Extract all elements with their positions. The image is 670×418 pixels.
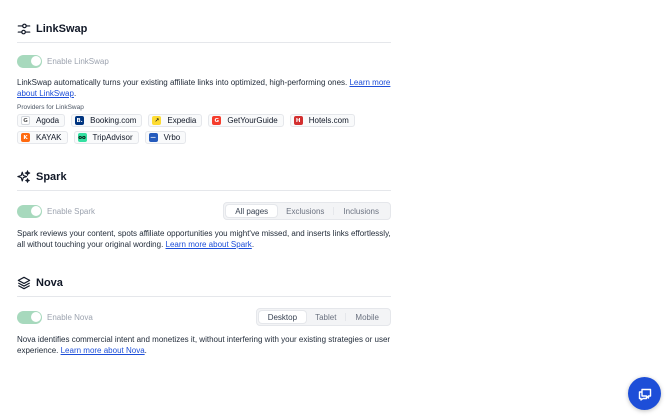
provider-chip-kayak: K KAYAK xyxy=(17,131,68,144)
nova-divider xyxy=(17,296,391,297)
tab-inclusions[interactable]: Inclusions xyxy=(334,205,388,217)
spark-divider xyxy=(17,190,391,191)
nova-toggle-row: Enable Nova Desktop Tablet Mobile xyxy=(17,308,391,326)
toggle-knob xyxy=(30,312,41,322)
provider-name: GetYourGuide xyxy=(227,116,278,125)
provider-logo-icon: ↗ xyxy=(152,116,162,125)
learn-more-nova-link[interactable]: Learn more about Nova xyxy=(61,346,145,355)
linkswap-toggle-row: Enable LinkSwap xyxy=(17,52,391,70)
provider-logo-icon: B. xyxy=(75,116,85,125)
providers-list: G Agoda B. Booking.com ↗ Expedia G GetYourGuide… xyxy=(17,114,391,144)
provider-chip-expedia: ↗ Expedia xyxy=(148,114,203,127)
linkswap-header: LinkSwap xyxy=(17,20,391,38)
linkswap-divider xyxy=(17,42,391,43)
nova-description-end: . xyxy=(144,346,147,355)
linkswap-toggle-wrap: Enable LinkSwap xyxy=(17,54,109,68)
enable-spark-toggle[interactable] xyxy=(17,204,42,218)
linkswap-title: LinkSwap xyxy=(36,23,88,35)
linkswap-section: LinkSwap Enable LinkSwap LinkSwap automa… xyxy=(17,20,391,144)
provider-name: KAYAK xyxy=(36,133,62,142)
toggle-knob xyxy=(30,206,41,216)
enable-nova-label: Enable Nova xyxy=(47,312,93,322)
provider-chip-booking-com: B. Booking.com xyxy=(71,114,143,127)
nova-header: Nova xyxy=(17,274,391,292)
tab-tablet[interactable]: Tablet xyxy=(306,311,345,323)
nova-device-tabs: Desktop Tablet Mobile xyxy=(255,308,391,326)
spark-toggle-wrap: Enable Spark xyxy=(17,204,96,218)
provider-name: Agoda xyxy=(36,116,60,125)
nova-description: Nova identifies commercial intent and mo… xyxy=(17,334,391,356)
tab-desktop[interactable]: Desktop xyxy=(258,311,307,323)
tab-mobile[interactable]: Mobile xyxy=(346,311,388,323)
linkswap-description-text: LinkSwap automatically turns your existi… xyxy=(17,78,350,87)
layers-icon xyxy=(17,276,31,290)
chat-bubbles-icon xyxy=(637,386,653,402)
sliders-icon xyxy=(17,22,31,36)
provider-name: Hotels.com xyxy=(308,116,349,125)
enable-linkswap-label: Enable LinkSwap xyxy=(47,56,109,66)
chat-button[interactable] xyxy=(628,377,661,410)
provider-logo-icon: oo xyxy=(77,133,87,142)
nova-title: Nova xyxy=(36,277,63,289)
enable-spark-label: Enable Spark xyxy=(47,206,96,216)
provider-chip-getyourguide: G GetYourGuide xyxy=(208,114,284,127)
providers-label: Providers for LinkSwap xyxy=(17,104,84,111)
learn-more-spark-link[interactable]: Learn more about Spark xyxy=(166,240,252,249)
provider-name: TripAdvisor xyxy=(92,133,133,142)
linkswap-description-end: . xyxy=(73,89,77,98)
provider-chip-hotels-com: H Hotels.com xyxy=(289,114,355,127)
tab-all-pages[interactable]: All pages xyxy=(226,205,278,217)
enable-linkswap-toggle[interactable] xyxy=(17,54,42,68)
provider-logo-icon: G xyxy=(21,116,30,125)
provider-logo-icon: G xyxy=(212,116,222,125)
provider-name: Expedia xyxy=(167,116,197,125)
provider-logo-icon: K xyxy=(21,133,30,142)
spark-description-end: . xyxy=(251,240,255,249)
spark-header: Spark xyxy=(17,168,391,186)
provider-name: Booking.com xyxy=(90,116,137,125)
nova-section: Nova Enable Nova Desktop Tablet Mobile N… xyxy=(17,274,391,356)
toggle-knob xyxy=(30,56,41,66)
enable-nova-toggle[interactable] xyxy=(17,310,42,324)
provider-logo-icon: — xyxy=(148,133,158,142)
provider-chip-agoda: G Agoda xyxy=(17,114,66,127)
spark-title: Spark xyxy=(36,171,67,183)
provider-chip-vrbo: — Vrbo xyxy=(144,131,187,144)
nova-toggle-wrap: Enable Nova xyxy=(17,310,93,324)
linkswap-description: LinkSwap automatically turns your existi… xyxy=(17,77,391,99)
spark-page-scope-tabs: All pages Exclusions Inclusions xyxy=(223,202,391,220)
provider-chip-tripadvisor: oo TripAdvisor xyxy=(73,131,139,144)
provider-name: Vrbo xyxy=(163,133,181,142)
spark-toggle-row: Enable Spark All pages Exclusions Inclus… xyxy=(17,202,391,220)
spark-description: Spark reviews your content, spots affili… xyxy=(17,228,391,250)
tab-exclusions[interactable]: Exclusions xyxy=(277,205,333,217)
provider-logo-icon: H xyxy=(293,116,303,125)
sparkles-icon xyxy=(17,170,31,184)
spark-section: Spark Enable Spark All pages Exclusions … xyxy=(17,168,391,250)
